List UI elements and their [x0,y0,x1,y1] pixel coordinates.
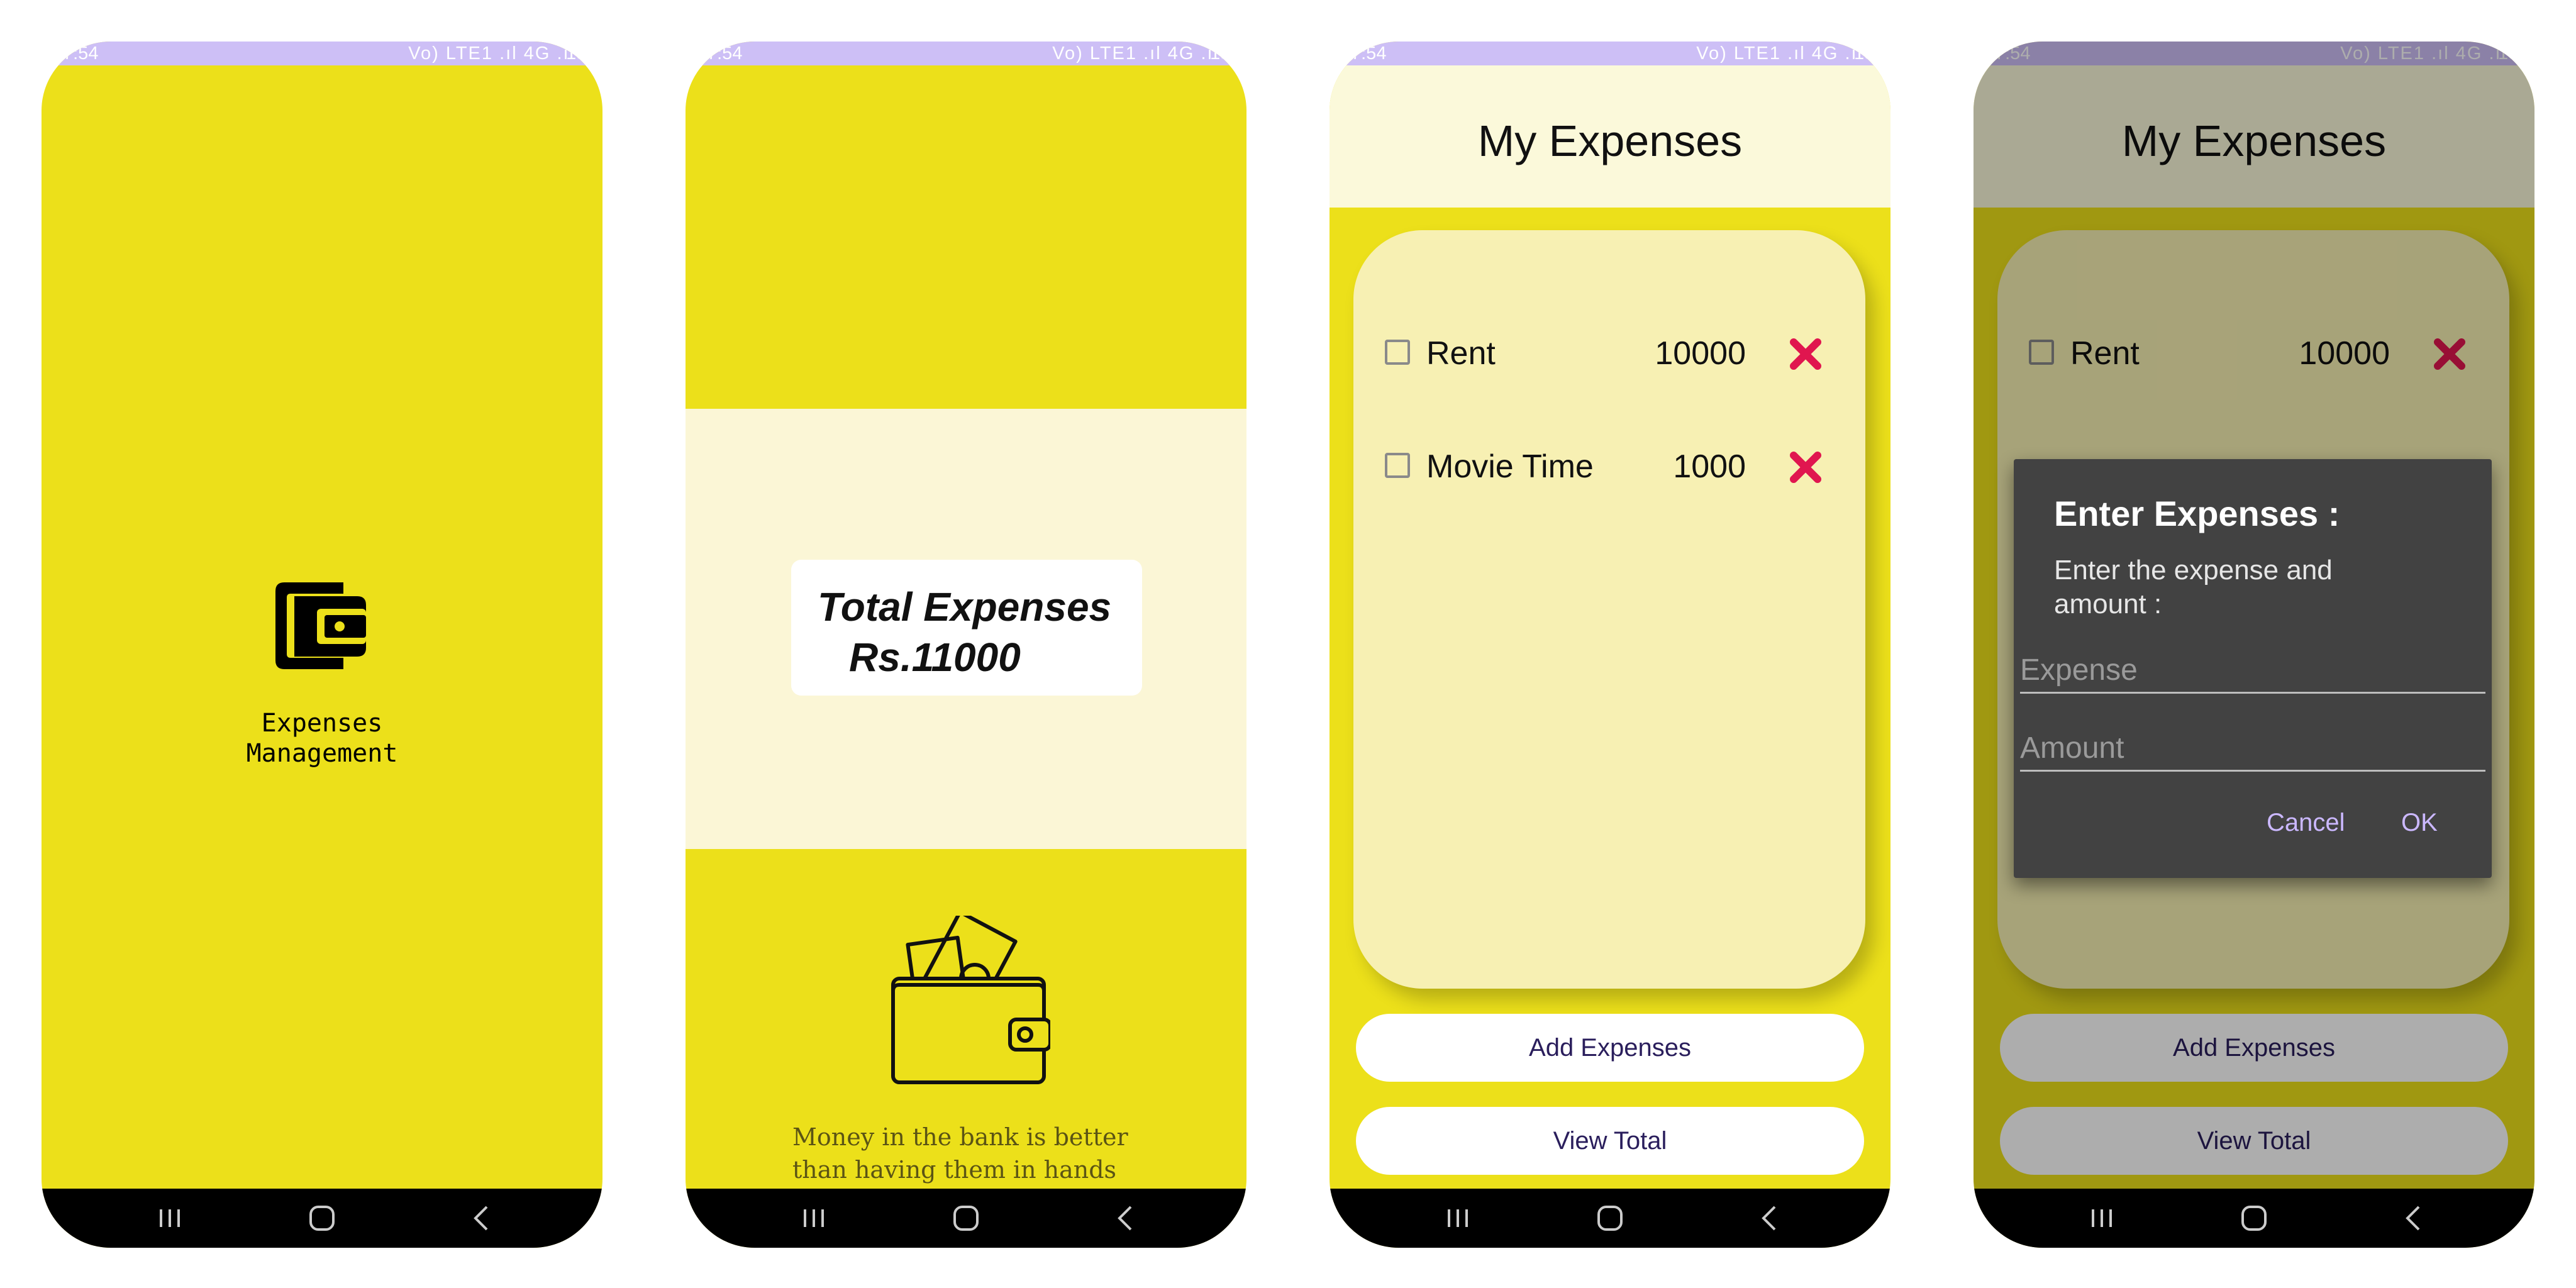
recent-apps-icon[interactable] [776,1189,852,1248]
status-time: 7:54 [707,43,743,64]
add-expenses-button[interactable]: Add Expenses [1356,1014,1864,1082]
back-icon[interactable] [1088,1189,1163,1248]
status-bar: 7:54 Vo) LTE1 .ıl 4G .ıl 15% [686,42,1246,65]
navigation-bar [686,1189,1246,1248]
expense-field[interactable] [2020,648,2485,694]
expense-amount: 1000 [1673,448,1746,485]
cancel-button[interactable]: Cancel [2267,809,2345,837]
recent-apps-icon[interactable] [1420,1189,1496,1248]
delete-icon[interactable] [1789,450,1823,484]
back-icon[interactable] [444,1189,519,1248]
amount-field[interactable] [2020,726,2485,772]
navigation-bar [1974,1189,2534,1248]
phone-splash-screen: 7:54 Vo) LTE1 .ıl 4G .ıl 15% Expenses Ma… [42,42,602,1248]
status-indicators: Vo) LTE1 .ıl 4G .ıl [1052,43,1219,64]
wallet-icon [275,582,366,669]
battery-level: 15% [1853,43,1890,64]
phone-total-screen: 7:54 Vo) LTE1 .ıl 4G .ıl 15% Total Expen… [686,42,1246,1248]
battery-level: 15% [1209,43,1246,64]
phone-expenses-screen: 7:54 Vo) LTE1 .ıl 4G .ıl 15% My Expenses… [1330,42,1890,1248]
ok-button[interactable]: OK [2401,809,2438,837]
money-quote: Money in the bank is better than having … [792,1121,1145,1186]
quote-line-2: than having them in hands [792,1156,1117,1184]
back-icon[interactable] [1732,1189,1807,1248]
item-checkbox[interactable] [1385,340,1410,365]
app-title-line-1: Expenses [261,709,383,738]
status-indicators: Vo) LTE1 .ıl 4G .ıl [408,43,575,64]
list-item: Movie Time 1000 [1353,438,1865,494]
page-title: My Expenses [1477,116,1743,165]
recent-apps-icon[interactable] [2064,1189,2140,1248]
expense-amount: 10000 [1655,335,1746,372]
total-card: Total Expenses Rs.11000 [791,560,1142,696]
home-icon[interactable] [1572,1189,1648,1248]
wallet-with-cash-icon [891,916,1050,1084]
navigation-bar [1330,1189,1890,1248]
app-title: Expenses Management [42,708,602,769]
expense-name: Movie Time [1426,448,1594,485]
battery-level: 15% [565,43,602,64]
item-checkbox[interactable] [1385,453,1410,478]
status-bar: 7:54 Vo) LTE1 .ıl 4G .ıl 15% [1330,42,1890,65]
dialog-title: Enter Expenses : [2054,494,2340,533]
status-indicators: Vo) LTE1 .ıl 4G .ıl [1696,43,1863,64]
home-icon[interactable] [928,1189,1004,1248]
back-icon[interactable] [2376,1189,2451,1248]
dialog-message: Enter the expense and amount : [2054,555,2333,619]
navigation-bar [42,1189,602,1248]
add-expense-dialog: Enter Expenses : Enter the expense and a… [2014,459,2492,878]
view-total-button[interactable]: View Total [1356,1107,1864,1175]
total-amount: Rs.11000 [849,635,1021,680]
recent-apps-icon[interactable] [132,1189,208,1248]
phone-add-expense-dialog: 7:54 Vo) LTE1 .ıl 4G .ıl 15% My Expenses… [1974,42,2534,1248]
expense-name: Rent [1426,335,1496,372]
expense-list: Rent 10000 Movie Time 1000 [1353,230,1865,989]
total-label: Total Expenses [818,584,1112,630]
home-icon[interactable] [284,1189,360,1248]
status-time: 7:54 [63,43,99,64]
quote-line-1: Money in the bank is better [792,1123,1128,1151]
list-item: Rent 10000 [1353,325,1865,381]
delete-icon[interactable] [1789,337,1823,371]
status-bar: 7:54 Vo) LTE1 .ıl 4G .ıl 15% [42,42,602,65]
app-title-line-2: Management [246,739,398,768]
home-icon[interactable] [2216,1189,2292,1248]
status-time: 7:54 [1351,43,1387,64]
